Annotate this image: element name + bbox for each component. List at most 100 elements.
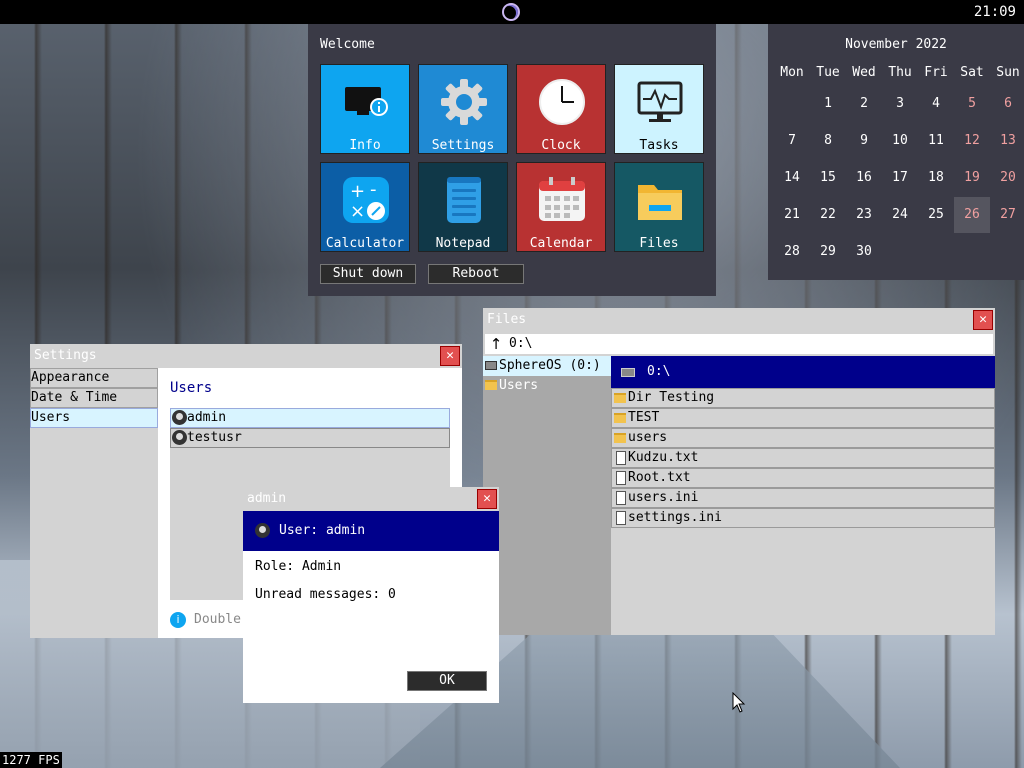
mouse-cursor-icon bbox=[732, 692, 746, 713]
calendar-day[interactable]: 18 bbox=[918, 160, 954, 196]
calendar-day[interactable]: 23 bbox=[846, 197, 882, 233]
admin-dialog-heading: User: admin bbox=[279, 523, 366, 538]
tile-info[interactable]: Info bbox=[320, 64, 410, 154]
file-icon bbox=[616, 511, 626, 525]
tile-calculator[interactable]: + - × Calculator bbox=[320, 162, 410, 252]
admin-role: Role: Admin bbox=[255, 559, 342, 574]
calendar-weekday-header: Tue bbox=[816, 65, 840, 80]
user-row-testusr[interactable]: testusr bbox=[170, 428, 450, 448]
file-row[interactable]: Root.txt bbox=[611, 468, 995, 488]
ok-button[interactable]: OK bbox=[407, 671, 487, 691]
calendar-day[interactable]: 9 bbox=[846, 123, 882, 159]
calendar-day[interactable]: 27 bbox=[990, 197, 1024, 233]
drive-label: SphereOS (0:) bbox=[499, 358, 601, 373]
calendar-day[interactable]: 29 bbox=[810, 234, 846, 270]
up-arrow-icon[interactable]: ↑ bbox=[485, 334, 507, 354]
current-dir-label: 0:\ bbox=[647, 364, 671, 379]
start-menu-welcome: Welcome bbox=[320, 37, 375, 52]
calendar-weekday-header: Mon bbox=[780, 65, 804, 80]
calendar-day[interactable]: 2 bbox=[846, 86, 882, 122]
calendar-day[interactable]: 8 bbox=[810, 123, 846, 159]
entry-name: Kudzu.txt bbox=[628, 450, 699, 465]
notepad-icon bbox=[447, 177, 481, 223]
admin-dialog-title: admin bbox=[247, 491, 287, 506]
sidebar-item-appearance[interactable]: Appearance bbox=[30, 368, 158, 388]
calendar-day[interactable]: 12 bbox=[954, 123, 990, 159]
calendar-day[interactable]: 1 bbox=[810, 86, 846, 122]
folder-row[interactable]: users bbox=[611, 428, 995, 448]
calendar-day[interactable]: 15 bbox=[810, 160, 846, 196]
folder-row[interactable]: Dir Testing bbox=[611, 388, 995, 408]
tile-notepad[interactable]: Notepad bbox=[418, 162, 508, 252]
reboot-button[interactable]: Reboot bbox=[428, 264, 524, 284]
tile-settings[interactable]: Settings bbox=[418, 64, 508, 154]
calendar-day[interactable]: 26 bbox=[954, 197, 990, 233]
calendar-day[interactable]: 4 bbox=[918, 86, 954, 122]
entry-name: TEST bbox=[628, 410, 660, 425]
info-icon bbox=[345, 87, 388, 116]
folder-icon bbox=[485, 380, 497, 390]
tile-clock[interactable]: Clock bbox=[516, 64, 606, 154]
path-input[interactable]: 0:\ bbox=[507, 334, 993, 354]
file-row[interactable]: users.ini bbox=[611, 488, 995, 508]
files-titlebar[interactable]: Files bbox=[483, 308, 995, 332]
calendar-day[interactable]: 25 bbox=[918, 197, 954, 233]
tile-tasks[interactable]: Tasks bbox=[614, 64, 704, 154]
svg-text:-: - bbox=[370, 179, 377, 200]
calendar-day[interactable]: 28 bbox=[774, 234, 810, 270]
calendar-weekday-header: Sun bbox=[996, 65, 1020, 80]
entry-name: Dir Testing bbox=[628, 390, 715, 405]
sidebar-item-users-folder[interactable]: Users bbox=[483, 376, 611, 396]
calendar-day[interactable]: 7 bbox=[774, 123, 810, 159]
current-dir-header: 0:\ bbox=[611, 356, 995, 388]
calendar-day[interactable]: 30 bbox=[846, 234, 882, 270]
admin-dialog-titlebar[interactable]: admin bbox=[243, 487, 499, 511]
svg-text:×: × bbox=[350, 201, 365, 222]
folder-label: Users bbox=[499, 378, 539, 393]
calendar-day[interactable]: 13 bbox=[990, 123, 1024, 159]
settings-close-button[interactable]: ✕ bbox=[440, 346, 460, 366]
calendar-day[interactable]: 14 bbox=[774, 160, 810, 196]
shutdown-button[interactable]: Shut down bbox=[320, 264, 416, 284]
user-row-admin[interactable]: admin bbox=[170, 408, 450, 428]
calendar-day[interactable]: 20 bbox=[990, 160, 1024, 196]
file-row[interactable]: Kudzu.txt bbox=[611, 448, 995, 468]
admin-dialog-close-button[interactable]: ✕ bbox=[477, 489, 497, 509]
sidebar-item-date-time[interactable]: Date & Time bbox=[30, 388, 158, 408]
tile-calendar[interactable]: Calendar bbox=[516, 162, 606, 252]
calendar-day[interactable]: 24 bbox=[882, 197, 918, 233]
calendar-day[interactable]: 19 bbox=[954, 160, 990, 196]
tile-label: Tasks bbox=[639, 138, 679, 153]
users-heading: Users bbox=[170, 380, 213, 396]
files-close-button[interactable]: ✕ bbox=[973, 310, 993, 330]
tile-files[interactable]: Files bbox=[614, 162, 704, 252]
drive-item[interactable]: SphereOS (0:) bbox=[483, 356, 611, 376]
calendar-day[interactable]: 6 bbox=[990, 86, 1024, 122]
calendar-icon bbox=[539, 177, 585, 221]
top-bar: 21:09 bbox=[0, 0, 1024, 24]
user-name: testusr bbox=[187, 430, 242, 445]
settings-hint: Double bbox=[194, 612, 241, 627]
sidebar-item-users[interactable]: Users bbox=[30, 408, 158, 428]
calendar-day[interactable]: 5 bbox=[954, 86, 990, 122]
calendar-day[interactable]: 16 bbox=[846, 160, 882, 196]
files-sidebar bbox=[483, 356, 611, 635]
settings-titlebar[interactable]: Settings bbox=[30, 344, 462, 368]
tile-label: Calendar bbox=[529, 236, 593, 251]
os-logo-icon[interactable] bbox=[502, 3, 520, 21]
file-row[interactable]: settings.ini bbox=[611, 508, 995, 528]
calendar-day[interactable]: 10 bbox=[882, 123, 918, 159]
tile-label: Info bbox=[349, 138, 381, 153]
clock-icon bbox=[539, 79, 585, 125]
calendar-day[interactable]: 21 bbox=[774, 197, 810, 233]
folder-icon bbox=[638, 185, 682, 220]
calendar-day[interactable]: 3 bbox=[882, 86, 918, 122]
entry-name: users bbox=[628, 430, 668, 445]
calendar-weekday-header: Fri bbox=[924, 65, 948, 80]
calendar-day[interactable]: 11 bbox=[918, 123, 954, 159]
calendar-day[interactable]: 22 bbox=[810, 197, 846, 233]
calendar-title: November 2022 bbox=[845, 37, 947, 52]
calendar-day[interactable]: 17 bbox=[882, 160, 918, 196]
calculator-icon: + - × bbox=[343, 177, 389, 223]
folder-row[interactable]: TEST bbox=[611, 408, 995, 428]
